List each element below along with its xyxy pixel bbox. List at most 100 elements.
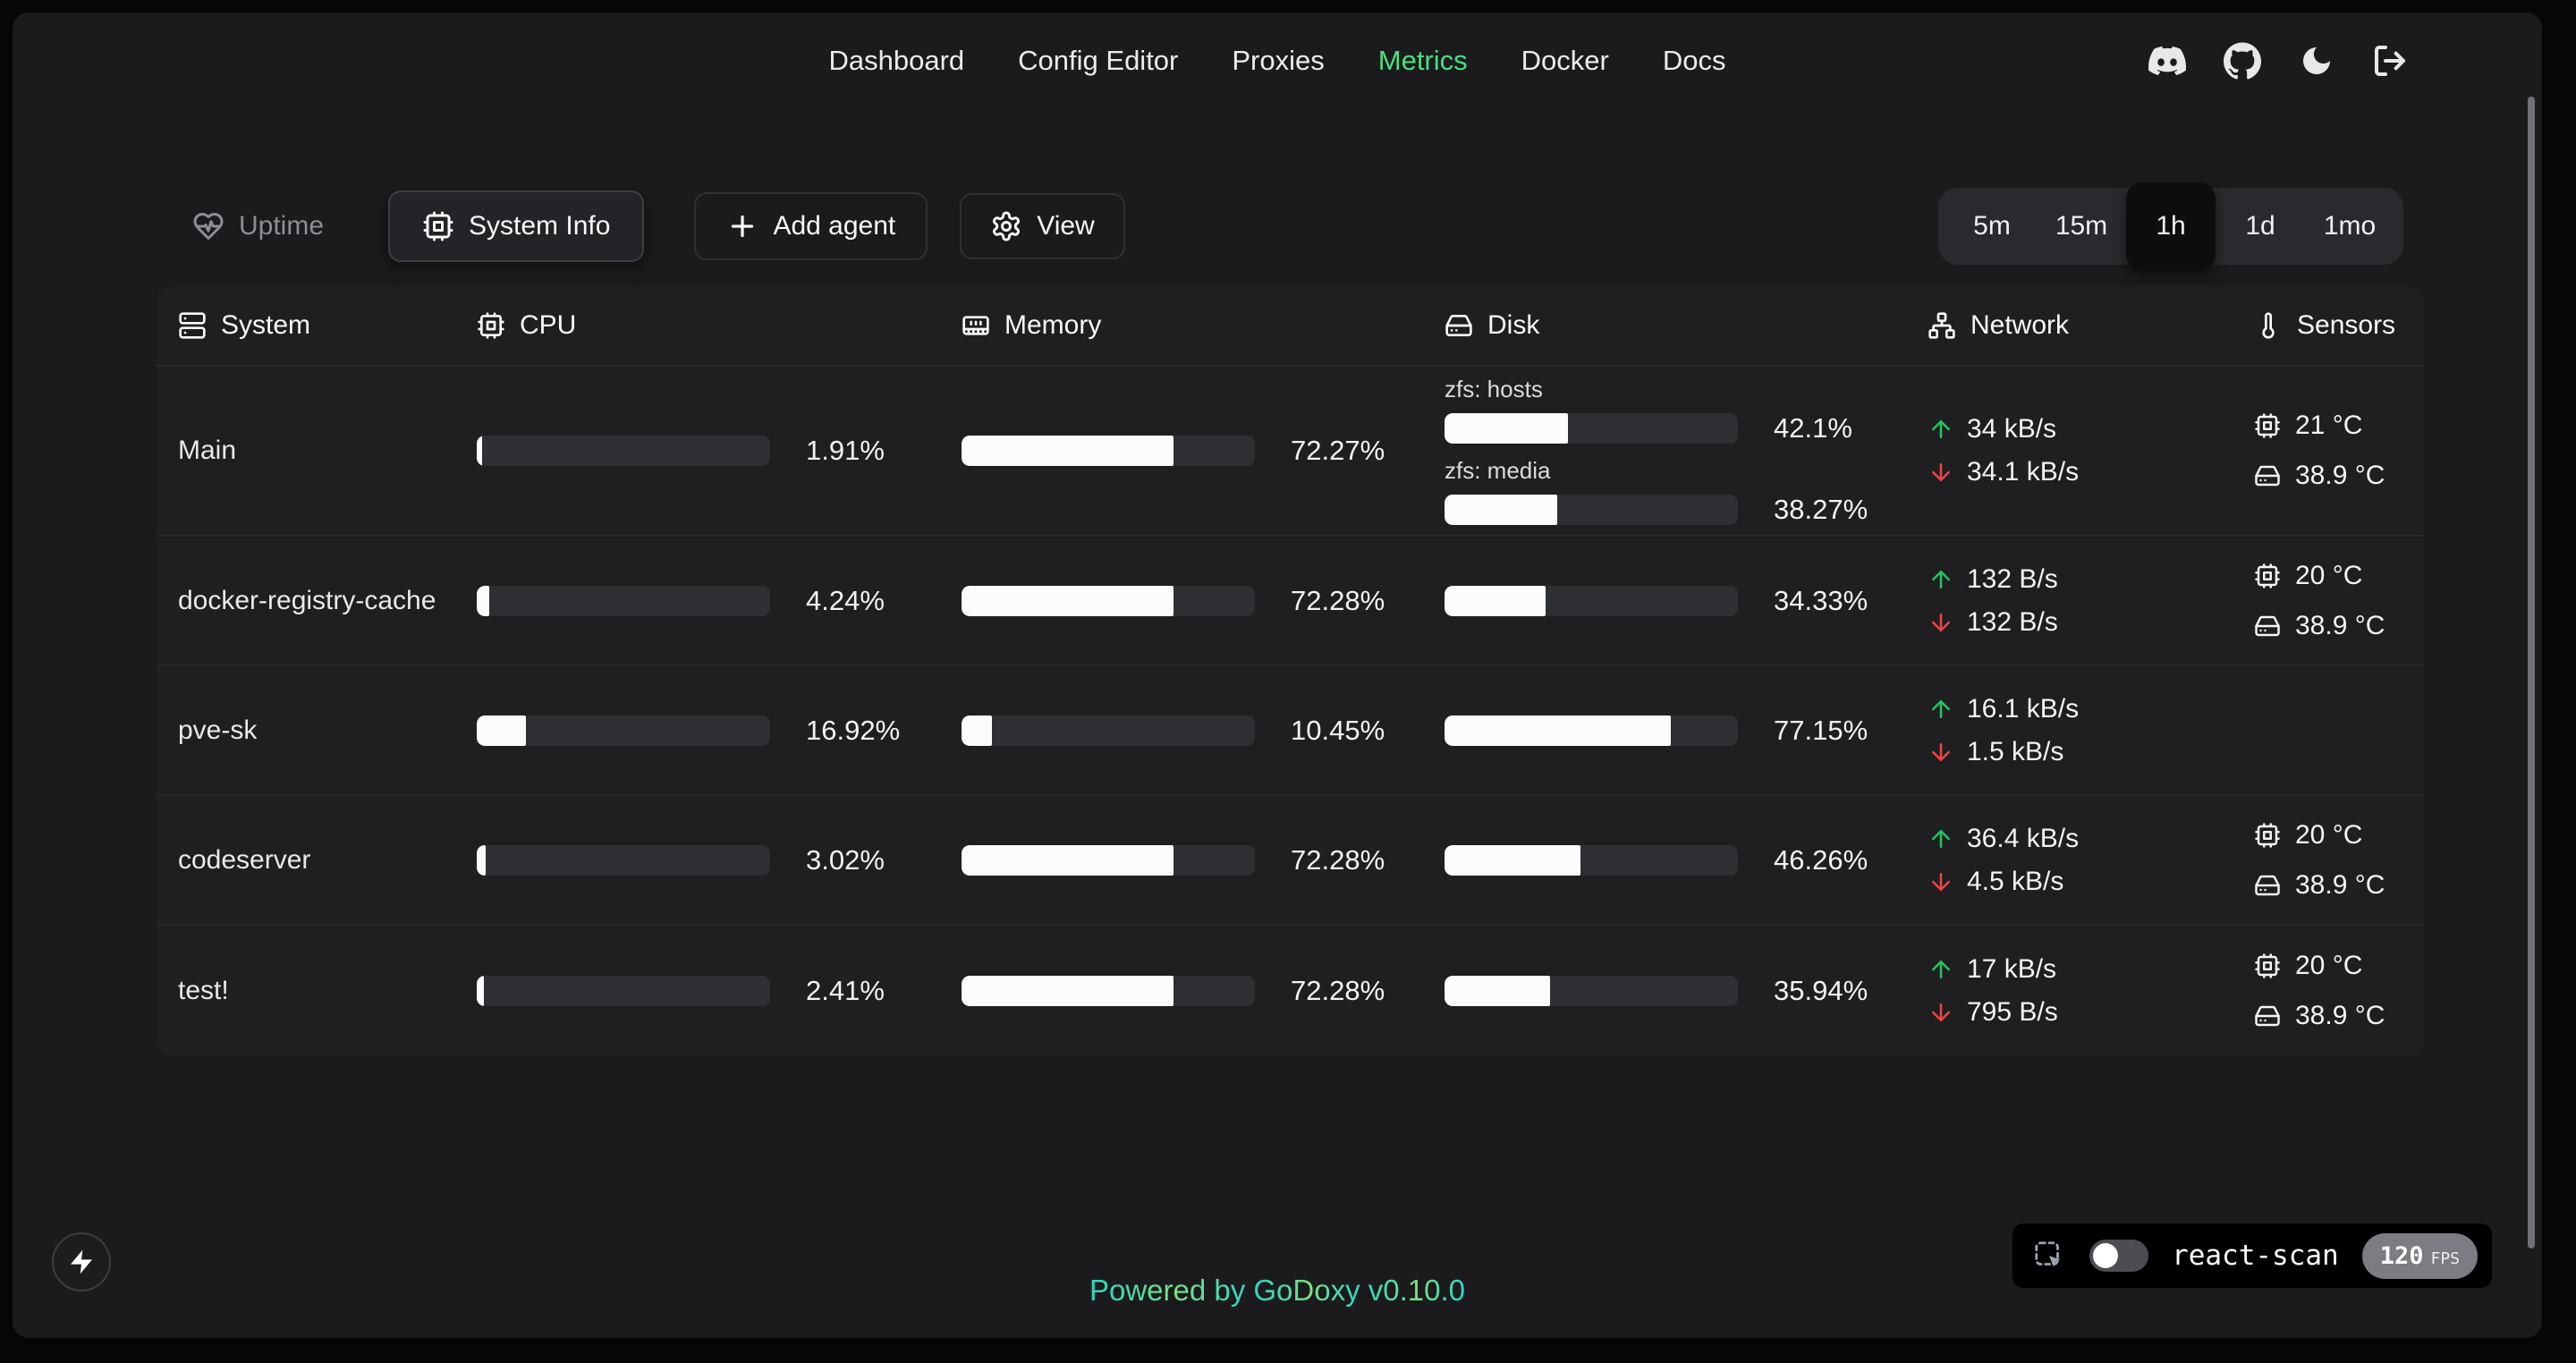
column-label: System bbox=[221, 310, 310, 341]
upload-speed: 17 kB/s bbox=[1967, 954, 2056, 985]
plus-icon bbox=[726, 210, 758, 242]
upload-speed: 36.4 kB/s bbox=[1967, 824, 2079, 854]
metrics-table: System CPU Memory Disk Network Sensors bbox=[157, 286, 2424, 1055]
logout-icon[interactable] bbox=[2372, 43, 2408, 79]
react-scan-label: react-scan bbox=[2172, 1240, 2339, 1272]
memory-value: 72.28% bbox=[1291, 585, 1385, 617]
column-label: CPU bbox=[520, 310, 576, 341]
godoxy-link[interactable]: GoDoxy bbox=[1253, 1274, 1360, 1307]
upload-arrow-icon bbox=[1928, 416, 1954, 443]
column-header-network: Network bbox=[1928, 310, 2254, 341]
system-name: test! bbox=[157, 976, 477, 1006]
cpu-cell: 16.92% bbox=[477, 715, 962, 747]
cpu-bar bbox=[477, 976, 770, 1006]
disk-entry: zfs: media 38.27% bbox=[1445, 457, 1928, 526]
cpu-icon bbox=[2254, 952, 2281, 979]
download-arrow-icon bbox=[1928, 868, 1954, 895]
nav-item-docker[interactable]: Docker bbox=[1521, 45, 1609, 77]
table-row[interactable]: pve-sk 16.92% 10.45% 77.15% 16.1 kB/s bbox=[157, 666, 2424, 796]
toolbar: Uptime System Info Add agent View 5m 15m… bbox=[185, 188, 2403, 265]
cpu-cell: 4.24% bbox=[477, 585, 962, 617]
network-cell: 17 kB/s 795 B/s bbox=[1928, 954, 2254, 1028]
nav-item-config-editor[interactable]: Config Editor bbox=[1018, 45, 1178, 77]
hard-drive-icon bbox=[1445, 311, 1473, 340]
github-icon[interactable] bbox=[2224, 42, 2261, 80]
memory-bar bbox=[962, 436, 1255, 466]
memory-bar bbox=[962, 976, 1255, 1006]
add-agent-button[interactable]: Add agent bbox=[694, 192, 928, 260]
cpu-value: 3.02% bbox=[806, 844, 885, 876]
disk-cell: zfs: hosts 42.1% zfs: media 38.27% bbox=[1445, 376, 1928, 526]
disk-value: 77.15% bbox=[1774, 715, 1868, 747]
table-row[interactable]: codeserver 3.02% 72.28% 46.26% 36.4 kB/s bbox=[157, 796, 2424, 926]
memory-icon bbox=[962, 311, 990, 340]
nav-item-proxies[interactable]: Proxies bbox=[1232, 45, 1324, 77]
nav-item-dashboard[interactable]: Dashboard bbox=[829, 45, 965, 77]
cpu-value: 16.92% bbox=[806, 715, 900, 747]
cpu-bar bbox=[477, 436, 770, 466]
column-label: Sensors bbox=[2297, 310, 2395, 341]
system-info-label: System Info bbox=[469, 211, 610, 241]
inspect-icon[interactable] bbox=[2032, 1239, 2066, 1273]
column-header-sensors: Sensors bbox=[2254, 310, 2424, 341]
nav-item-metrics[interactable]: Metrics bbox=[1378, 45, 1468, 77]
gear-icon bbox=[990, 210, 1022, 242]
download-speed: 795 B/s bbox=[1967, 997, 2058, 1028]
disk-temp: 38.9 °C bbox=[2295, 1001, 2385, 1031]
download-arrow-icon bbox=[1928, 999, 1954, 1026]
zap-icon bbox=[67, 1248, 96, 1276]
disk-value: 34.33% bbox=[1774, 585, 1868, 617]
time-range-5m[interactable]: 5m bbox=[1947, 195, 2037, 258]
system-info-button[interactable]: System Info bbox=[388, 190, 644, 262]
table-row[interactable]: docker-registry-cache 4.24% 72.28% 34.33… bbox=[157, 537, 2424, 666]
cpu-bar bbox=[477, 586, 770, 616]
disk-value: 42.1% bbox=[1774, 412, 1852, 444]
time-range-1h[interactable]: 1h bbox=[2126, 182, 2216, 270]
zap-button[interactable] bbox=[52, 1232, 111, 1291]
uptime-tab[interactable]: Uptime bbox=[185, 210, 331, 242]
disk-cell: 35.94% bbox=[1445, 975, 1928, 1007]
time-range-1mo[interactable]: 1mo bbox=[2305, 195, 2394, 258]
cpu-cell: 1.91% bbox=[477, 435, 962, 467]
vertical-scrollbar[interactable] bbox=[2528, 97, 2535, 1249]
view-button[interactable]: View bbox=[960, 193, 1124, 259]
cpu-icon bbox=[477, 311, 505, 340]
disk-value: 38.27% bbox=[1774, 494, 1868, 526]
app-window: Dashboard Config Editor Proxies Metrics … bbox=[13, 13, 2542, 1338]
cpu-bar bbox=[477, 715, 770, 746]
table-row[interactable]: Main 1.91% 72.27% zfs: hosts 42.1% zf bbox=[157, 367, 2424, 537]
time-range-15m[interactable]: 15m bbox=[2037, 195, 2126, 258]
download-speed: 34.1 kB/s bbox=[1967, 457, 2079, 487]
disk-bar bbox=[1445, 715, 1738, 746]
network-icon bbox=[1928, 311, 1956, 340]
disk-bar bbox=[1445, 495, 1738, 525]
disk-value: 35.94% bbox=[1774, 975, 1868, 1007]
sensors-cell: 20 °C 38.9 °C bbox=[2254, 561, 2424, 641]
download-speed: 1.5 kB/s bbox=[1967, 737, 2063, 767]
disk-bar bbox=[1445, 976, 1738, 1006]
system-name: codeserver bbox=[157, 845, 477, 876]
moon-icon[interactable] bbox=[2299, 43, 2334, 79]
upload-speed: 16.1 kB/s bbox=[1967, 694, 2079, 724]
nav-item-docs[interactable]: Docs bbox=[1663, 45, 1726, 77]
cpu-value: 1.91% bbox=[806, 435, 885, 467]
cpu-icon bbox=[2254, 822, 2281, 849]
cpu-value: 2.41% bbox=[806, 975, 885, 1007]
react-scan-toggle[interactable] bbox=[2089, 1240, 2148, 1272]
upload-arrow-icon bbox=[1928, 956, 1954, 983]
memory-bar bbox=[962, 845, 1255, 876]
network-cell: 34 kB/s 34.1 kB/s bbox=[1928, 414, 2254, 487]
memory-cell: 72.27% bbox=[962, 435, 1445, 467]
cpu-temp: 21 °C bbox=[2295, 411, 2362, 441]
discord-icon[interactable] bbox=[2148, 42, 2186, 80]
table-row[interactable]: test! 2.41% 72.28% 35.94% 17 kB/s bbox=[157, 926, 2424, 1055]
time-range-1d[interactable]: 1d bbox=[2216, 195, 2305, 258]
upload-speed: 132 B/s bbox=[1967, 564, 2058, 595]
hard-drive-icon bbox=[2254, 462, 2281, 489]
fps-value: 120 bbox=[2380, 1242, 2424, 1270]
column-header-system: System bbox=[157, 310, 477, 341]
memory-value: 10.45% bbox=[1291, 715, 1385, 747]
download-arrow-icon bbox=[1928, 609, 1954, 636]
disk-temp: 38.9 °C bbox=[2295, 461, 2385, 491]
cpu-temp: 20 °C bbox=[2295, 561, 2362, 591]
